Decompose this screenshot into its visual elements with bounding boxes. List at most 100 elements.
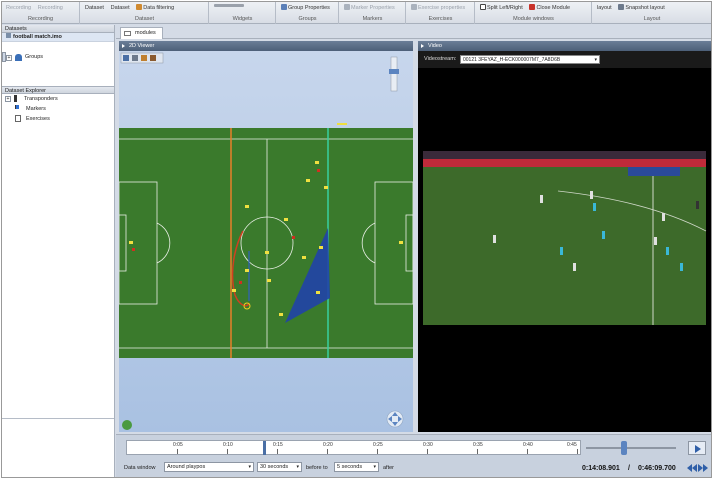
dataset-item[interactable]: football match.imo [2, 33, 114, 42]
select-tool-icon[interactable] [132, 55, 138, 61]
data-window-value: Around playpos [167, 464, 206, 470]
tick-label: 0:25 [373, 442, 383, 448]
dataset-button-2[interactable]: Dataset [109, 4, 132, 13]
tick-label: 0:05 [173, 442, 183, 448]
video-panel-header[interactable]: Video [418, 41, 711, 51]
tree-item-label: Exercises [26, 116, 50, 122]
ribbon-group-label: Module windows [513, 16, 554, 22]
pin-icon[interactable] [421, 44, 424, 48]
split-left-right-label: Split Left/Right [487, 5, 523, 11]
datasets-list-empty [2, 42, 114, 86]
tick-label: 0:20 [323, 442, 333, 448]
tree-item-markers[interactable]: Markers [2, 104, 114, 114]
tree-item-exercises[interactable]: Exercises [2, 114, 114, 124]
ribbon-group-label: Layout [643, 16, 661, 22]
play-button[interactable] [688, 441, 706, 455]
close-module-icon [529, 4, 536, 10]
snapshot-layout-button[interactable]: Snapshot layout [616, 4, 666, 13]
speed-slider-thumb[interactable] [621, 441, 627, 455]
expand-icon[interactable]: + [6, 55, 12, 61]
chevron-down-icon: ▾ [296, 464, 299, 470]
ribbon-group-dataset: Dataset Dataset Data filtering Dataset [81, 2, 209, 24]
exercise-properties-icon [411, 4, 417, 10]
pin-icon[interactable] [122, 44, 125, 48]
exercise-icon [15, 115, 21, 122]
timeline-panel: 0:05 0:10 0:15 0:20 0:25 0:30 0:35 0:40 … [116, 434, 711, 477]
speed-slider[interactable] [586, 447, 676, 449]
snapshot-icon [618, 4, 625, 10]
after-label: after [383, 465, 395, 471]
split-left-right-button[interactable]: Split Left/Right [478, 4, 525, 13]
tick-mark [527, 449, 528, 454]
pitch-svg [119, 52, 413, 430]
tree-item-groups[interactable]: + Groups [2, 52, 43, 62]
tree-item-transponders[interactable]: + Transponders [2, 94, 114, 104]
tick-mark [477, 449, 478, 454]
ribbon-group-widgets: Widgets [210, 2, 276, 24]
measure-tool-icon[interactable] [150, 55, 156, 61]
module-icon [124, 31, 131, 36]
pan-tool-icon[interactable] [123, 55, 129, 61]
marker-properties-icon [344, 4, 350, 10]
datasets-header: Datasets [2, 25, 114, 33]
widget-icon [214, 4, 244, 7]
tick-label: 0:30 [423, 442, 433, 448]
recording-button[interactable]: Recording [4, 4, 33, 13]
marker-flag-icon [15, 105, 21, 109]
rewind-icon-2[interactable] [692, 464, 697, 472]
widget-button[interactable] [212, 4, 247, 13]
group-properties-icon [281, 4, 287, 10]
recording-button-2[interactable]: Recording [36, 4, 65, 13]
app-window: Recording Recording Recording Dataset Da… [1, 1, 712, 478]
navigation-arrows-icon[interactable] [386, 410, 404, 428]
dataset-file-icon [6, 33, 11, 38]
exercise-properties-button[interactable]: Exercise properties [409, 4, 467, 13]
before-label: before to [306, 465, 328, 471]
viewer-title: 2D Viewer [129, 43, 155, 49]
tab-label: modules [135, 30, 156, 36]
ribbon-group-label: Dataset [135, 16, 154, 22]
chevron-down-icon: ▾ [248, 464, 251, 470]
dataset-item-label: football match.imo [13, 34, 62, 40]
skip-buttons [687, 463, 709, 473]
close-module-button[interactable]: Close Module [527, 4, 572, 13]
marker-properties-button[interactable]: Marker Properties [342, 4, 397, 13]
group-properties-button[interactable]: Group Properties [279, 4, 332, 13]
dataset-button[interactable]: Dataset [83, 4, 106, 13]
total-time: 0:46:09.700 [638, 465, 676, 472]
tick-label: 0:10 [223, 442, 233, 448]
before-select[interactable]: 5 seconds ▾ [334, 462, 379, 472]
tree-item-label: Transponders [24, 96, 58, 102]
playhead[interactable] [263, 441, 266, 455]
2d-viewer-canvas[interactable] [119, 51, 413, 432]
tab-modules[interactable]: modules [120, 27, 163, 39]
snapshot-layout-label: Snapshot layout [625, 5, 665, 11]
data-window-select[interactable]: Around playpos ▾ [164, 462, 254, 472]
duration-select[interactable]: 30 seconds ▾ [257, 462, 302, 472]
close-module-label: Close Module [536, 5, 571, 11]
video-frame[interactable] [418, 51, 711, 432]
zoom-thumb[interactable] [389, 69, 399, 74]
forward-icon-2[interactable] [703, 464, 708, 472]
tick-mark [327, 449, 328, 454]
viewer-panel-header[interactable]: 2D Viewer [119, 41, 413, 51]
play-icon [695, 445, 701, 453]
zoom-reset-icon[interactable] [122, 420, 132, 430]
marker-properties-label: Marker Properties [351, 5, 395, 11]
layout-button[interactable]: layout [595, 4, 614, 13]
chevron-down-icon: ▾ [373, 464, 376, 470]
timeline-ruler[interactable]: 0:05 0:10 0:15 0:20 0:25 0:30 0:35 0:40 … [126, 440, 581, 455]
tick-mark [177, 449, 178, 454]
ribbon-toolbar: Recording Recording Recording Dataset Da… [2, 2, 711, 24]
module-tab-bar: modules [116, 25, 711, 39]
ribbon-group-label: Groups [298, 16, 317, 22]
tick-label: 0:45 [567, 442, 577, 448]
ribbon-group-groups: Group Properties Groups [277, 2, 339, 24]
expand-icon[interactable]: + [5, 96, 11, 102]
tick-label: 0:40 [523, 442, 533, 448]
data-filtering-button[interactable]: Data filtering [134, 4, 176, 13]
draw-tool-icon[interactable] [141, 55, 147, 61]
ribbon-group-module-windows: Split Left/Right Close Module Module win… [476, 2, 592, 24]
ribbon-group-recording: Recording Recording Recording [2, 2, 80, 24]
ribbon-group-label: Exercises [428, 16, 453, 22]
